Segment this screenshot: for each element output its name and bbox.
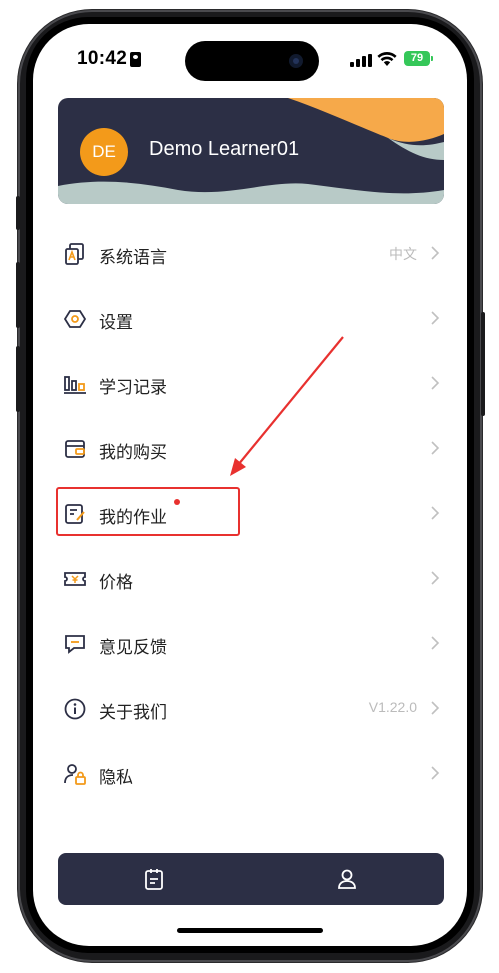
annotation-arrow-icon	[230, 336, 344, 476]
